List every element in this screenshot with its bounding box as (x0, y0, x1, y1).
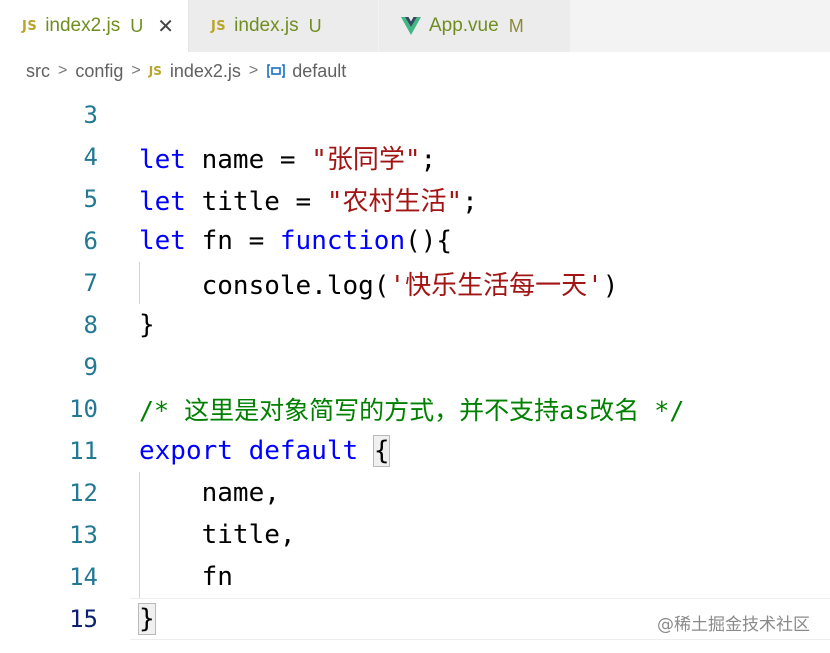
symbol-variable-icon (266, 63, 286, 79)
line-number: 15 (69, 605, 98, 633)
line-number: 14 (69, 563, 98, 591)
keyword: let (139, 226, 186, 256)
watermark: @稀土掘金技术社区 (657, 615, 810, 635)
string-literal: '快乐生活每一天' (389, 270, 603, 301)
code-text: /* 这里是对象简写的方式，并不支持as改名 */ (139, 391, 684, 427)
code-text: } (139, 310, 155, 340)
code-text: } (138, 603, 156, 635)
keyword: let (139, 144, 186, 175)
code-text: export default { (139, 435, 391, 467)
breadcrumb-item-src[interactable]: src (26, 61, 50, 82)
line-number: 9 (83, 353, 98, 381)
code-line: 14 fn (0, 556, 830, 598)
string-literal: "农村生活" (326, 186, 463, 217)
tab-index-js[interactable]: JS index.js U (188, 0, 379, 52)
code-line: 3 (0, 94, 830, 136)
code-token: ; (462, 186, 478, 217)
breadcrumb-item-symbol[interactable]: default (292, 61, 346, 82)
javascript-file-icon: JS (210, 18, 227, 34)
tab-label: index.js (234, 15, 299, 36)
matched-bracket: } (138, 603, 156, 635)
code-line: 13 title, (0, 514, 830, 556)
code-line: 6 let fn = function(){ (0, 220, 830, 262)
keyword: let (139, 186, 186, 217)
git-status-badge: M (508, 15, 524, 36)
code-text: fn (139, 562, 233, 592)
code-text: name, (139, 478, 280, 508)
code-text: console.log('快乐生活每一天') (139, 265, 619, 302)
chevron-right-icon: > (131, 62, 141, 79)
keyword: default (248, 436, 359, 466)
line-number: 4 (83, 143, 98, 171)
code-line: 9 (0, 346, 830, 388)
breadcrumb-item-file[interactable]: index2.js (170, 61, 241, 82)
code-token: name, (139, 478, 280, 508)
code-token: } (139, 310, 155, 340)
vue-icon (400, 17, 421, 35)
editor-tab-bar: JS index2.js U ✕ JS index.js U App.vue M (0, 0, 830, 52)
code-token: (){ (405, 226, 453, 256)
line-number: 11 (69, 437, 98, 465)
code-line: 11 export default { (0, 430, 830, 472)
line-number: 13 (69, 521, 98, 549)
chevron-right-icon: > (58, 62, 68, 79)
breadcrumb-item-config[interactable]: config (75, 61, 123, 82)
git-status-badge: U (130, 15, 144, 36)
code-token: ; (420, 144, 437, 175)
line-number: 7 (83, 269, 98, 297)
code-text: let title = "农村生活"; (139, 181, 478, 218)
code-text: let fn = function(){ (139, 226, 452, 256)
close-icon[interactable]: ✕ (157, 16, 174, 36)
code-line: 5 let title = "农村生活"; (0, 178, 830, 220)
code-editor[interactable]: 3 4 let name = "张同学"; 5 let title = "农村生… (0, 94, 830, 653)
line-number: 10 (69, 395, 98, 423)
code-token: ) (602, 270, 619, 301)
code-line: 4 let name = "张同学"; (0, 136, 830, 178)
line-number: 8 (83, 311, 98, 339)
git-status-badge: U (308, 15, 322, 36)
code-token: name = (185, 144, 312, 175)
matched-bracket: { (372, 435, 391, 467)
line-number: 6 (83, 227, 98, 255)
code-text: title, (139, 520, 296, 550)
line-number: 5 (83, 185, 98, 213)
line-number: 3 (83, 101, 98, 129)
keyword: function (279, 226, 406, 256)
tab-index2-js[interactable]: JS index2.js U ✕ (0, 0, 189, 52)
code-token: console.log( (139, 270, 390, 301)
line-number: 12 (69, 479, 98, 507)
breadcrumb: src > config > JS index2.js > default (0, 52, 830, 90)
code-line: 8 } (0, 304, 830, 346)
javascript-file-icon: JS (22, 18, 38, 34)
code-token: title = (185, 186, 327, 217)
code-line: 10 /* 这里是对象简写的方式，并不支持as改名 */ (0, 388, 830, 430)
code-token: fn = (185, 226, 280, 256)
code-line: 7 console.log('快乐生活每一天') (0, 262, 830, 304)
chevron-right-icon: > (248, 62, 259, 79)
string-literal: "张同学" (311, 144, 421, 175)
code-token: fn (139, 562, 233, 592)
tab-app-vue[interactable]: App.vue M (378, 0, 571, 52)
code-text: let name = "张同学"; (139, 139, 436, 176)
tab-label: index2.js (45, 15, 121, 36)
code-line: 12 name, (0, 472, 830, 514)
javascript-file-icon: JS (148, 64, 162, 78)
code-comment: /* 这里是对象简写的方式，并不支持as改名 */ (139, 396, 685, 425)
tab-label: App.vue (428, 15, 499, 36)
code-token: title, (139, 520, 296, 550)
keyword: export (139, 436, 233, 466)
